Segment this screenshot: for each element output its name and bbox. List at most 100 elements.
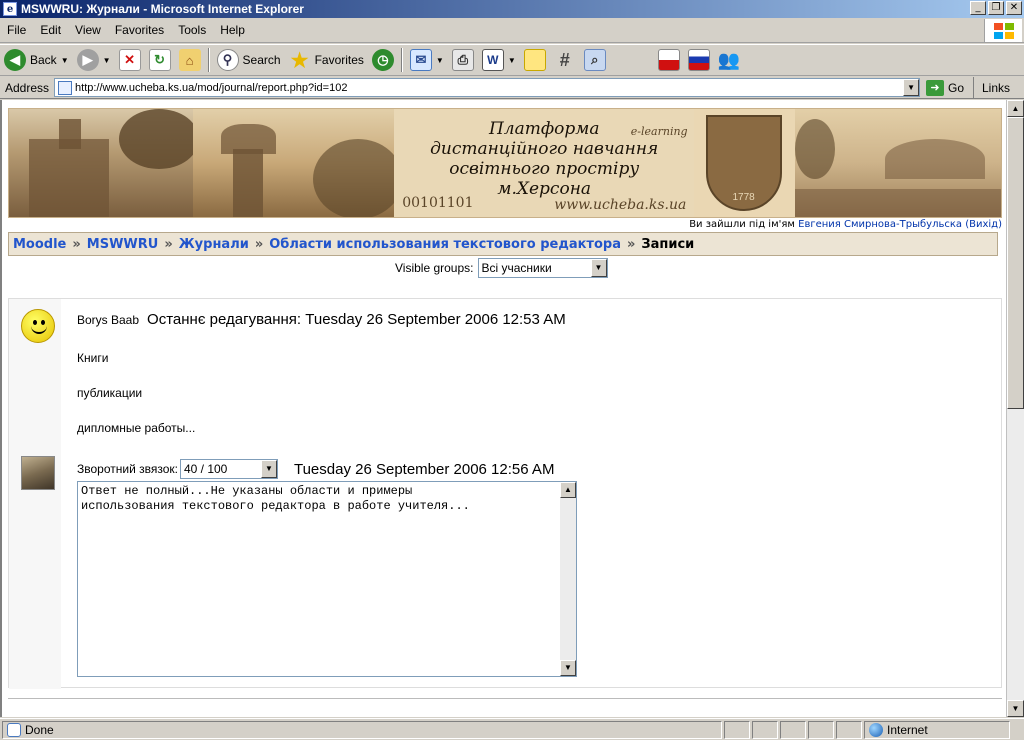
status-cell [836, 720, 862, 739]
window-controls: _ ❐ ✕ [970, 1, 1022, 15]
banner-crest: 1778 [693, 109, 796, 217]
forward-dropdown-icon[interactable]: ▼ [103, 56, 111, 65]
chevron-down-icon[interactable]: ▼ [260, 460, 277, 478]
comment-scrollbar[interactable]: ▲ ▼ [560, 482, 576, 676]
banner-photo-buildings [9, 109, 199, 217]
banner-binary: 00101101 [402, 195, 474, 211]
refresh-button[interactable]: ↻ [145, 46, 175, 74]
visible-groups-select[interactable]: Всі учасники ▼ [477, 258, 608, 278]
language-ru-button[interactable] [684, 46, 714, 74]
status-cell [724, 720, 750, 739]
page-scrollbar[interactable]: ▲ ▼ [1006, 100, 1024, 717]
breadcrumb-separator: » [164, 236, 173, 252]
edit-button[interactable]: W ▼ [478, 46, 520, 74]
security-zone: Internet [864, 720, 1010, 739]
search-label: Search [242, 53, 281, 67]
entry-line: дипломные работы... [77, 421, 196, 435]
city-crest-icon: 1778 [705, 115, 782, 211]
research-button[interactable]: ⌕ [580, 46, 610, 74]
grade-value: 40 / 100 [183, 462, 228, 476]
search-icon: ⚲ [216, 49, 239, 71]
scroll-up-icon[interactable]: ▲ [560, 482, 576, 498]
go-button[interactable]: ➜ Go [926, 79, 965, 96]
word-icon: W [481, 49, 504, 71]
back-button[interactable]: ◀ Back ▼ [0, 46, 73, 74]
go-arrow-icon: ➜ [926, 79, 945, 96]
feedback-comment-box[interactable]: ▲ ▼ [77, 481, 577, 677]
links-label: Links [981, 81, 1010, 95]
globe-icon [869, 722, 883, 737]
breadcrumb-journals[interactable]: Журнали [179, 237, 249, 252]
address-label: Address [5, 80, 50, 95]
menu-tools[interactable]: Tools [171, 23, 213, 37]
mail-dropdown-icon[interactable]: ▼ [436, 56, 444, 65]
hash-icon: # [559, 49, 570, 70]
visible-groups: Visible groups: Всі учасники ▼ [395, 258, 608, 278]
menu-edit[interactable]: Edit [33, 23, 68, 37]
language-pl-button[interactable] [654, 46, 684, 74]
close-button[interactable]: ✕ [1006, 1, 1022, 15]
last-edit-text: Останнє редагування: Tuesday 26 Septembe… [147, 311, 566, 328]
home-button[interactable]: ⌂ [175, 46, 205, 74]
history-button[interactable]: ◷ [368, 46, 398, 74]
messenger-people-icon: 👥 [717, 49, 740, 70]
address-dropdown-icon[interactable]: ▼ [903, 79, 920, 96]
student-avatar[interactable] [21, 309, 55, 343]
menu-help[interactable]: Help [213, 23, 252, 37]
mail-button[interactable]: ✉ ▼ [406, 46, 448, 74]
feedback-row: Зворотний звязок: 40 / 100 ▼ Tuesday 26 … [77, 459, 554, 479]
status-cell [752, 720, 778, 739]
menu-view[interactable]: View [68, 23, 108, 37]
links-button[interactable]: Links [972, 77, 1024, 99]
entry-author-link[interactable]: Borys Baab [77, 313, 139, 327]
breadcrumb-course[interactable]: MSWWRU [87, 237, 159, 252]
menu-file[interactable]: File [0, 23, 33, 37]
research-icon: ⌕ [583, 49, 606, 71]
flag-ru-icon [687, 49, 710, 71]
breadcrumb-journal[interactable]: Области использования текстового редакто… [269, 237, 621, 252]
messenger-button[interactable]: 👥 [714, 46, 744, 74]
login-user-link[interactable]: Евгения Смирнова-Трыбульска [798, 219, 962, 230]
print-button[interactable]: ⎙ [448, 46, 478, 74]
printer-icon: ⎙ [451, 49, 474, 71]
visible-groups-label: Visible groups: [395, 261, 474, 275]
logout-link[interactable]: (Вихід) [965, 219, 1002, 230]
restore-button[interactable]: ❐ [988, 1, 1004, 15]
status-message: Done [2, 720, 722, 739]
toolbar-separator [207, 48, 210, 72]
toolbar: ◀ Back ▼ ▶ ▼ ✕ ↻ ⌂ ⚲ Search ★ Favorites … [0, 44, 1024, 76]
scroll-up-icon[interactable]: ▲ [1007, 100, 1024, 117]
address-field[interactable]: ▼ [54, 78, 921, 97]
edit-dropdown-icon[interactable]: ▼ [508, 56, 516, 65]
scroll-down-icon[interactable]: ▼ [1007, 700, 1024, 717]
hash-button[interactable]: # [550, 46, 580, 74]
scrollbar-thumb[interactable] [1007, 117, 1024, 409]
back-dropdown-icon[interactable]: ▼ [61, 56, 69, 65]
back-label: Back [30, 53, 57, 67]
status-cell [808, 720, 834, 739]
feedback-comment-textarea[interactable] [78, 482, 560, 676]
page-icon [58, 80, 73, 95]
chevron-down-icon[interactable]: ▼ [590, 259, 607, 277]
menu-favorites[interactable]: Favorites [108, 23, 171, 37]
breadcrumb-moodle[interactable]: Moodle [13, 237, 66, 252]
site-banner: e-learning Платформа дистанційного навча… [8, 108, 1002, 218]
address-bar: Address ▼ ➜ Go Links [0, 77, 1024, 99]
teacher-avatar[interactable] [21, 456, 55, 490]
login-info: Ви зайшли під ім'ям Евгения Смирнова-Тры… [8, 219, 1002, 230]
forward-button[interactable]: ▶ ▼ [73, 46, 115, 74]
note-button[interactable] [520, 46, 550, 74]
note-icon [523, 49, 546, 71]
window-title: MSWWRU: Журнали - Microsoft Internet Exp… [21, 2, 304, 16]
stop-button[interactable]: ✕ [115, 46, 145, 74]
search-button[interactable]: ⚲ Search [213, 46, 285, 74]
journal-entry: Borys Baab Останнє редагування: Tuesday … [8, 298, 1002, 689]
address-input[interactable] [75, 81, 896, 94]
go-label: Go [948, 80, 965, 95]
minimize-button[interactable]: _ [970, 1, 986, 15]
scroll-down-icon[interactable]: ▼ [560, 660, 576, 676]
grade-select[interactable]: 40 / 100 ▼ [179, 459, 278, 479]
breadcrumb-current: Записи [641, 236, 695, 252]
favorites-button[interactable]: ★ Favorites [285, 46, 368, 74]
status-cell [780, 720, 806, 739]
